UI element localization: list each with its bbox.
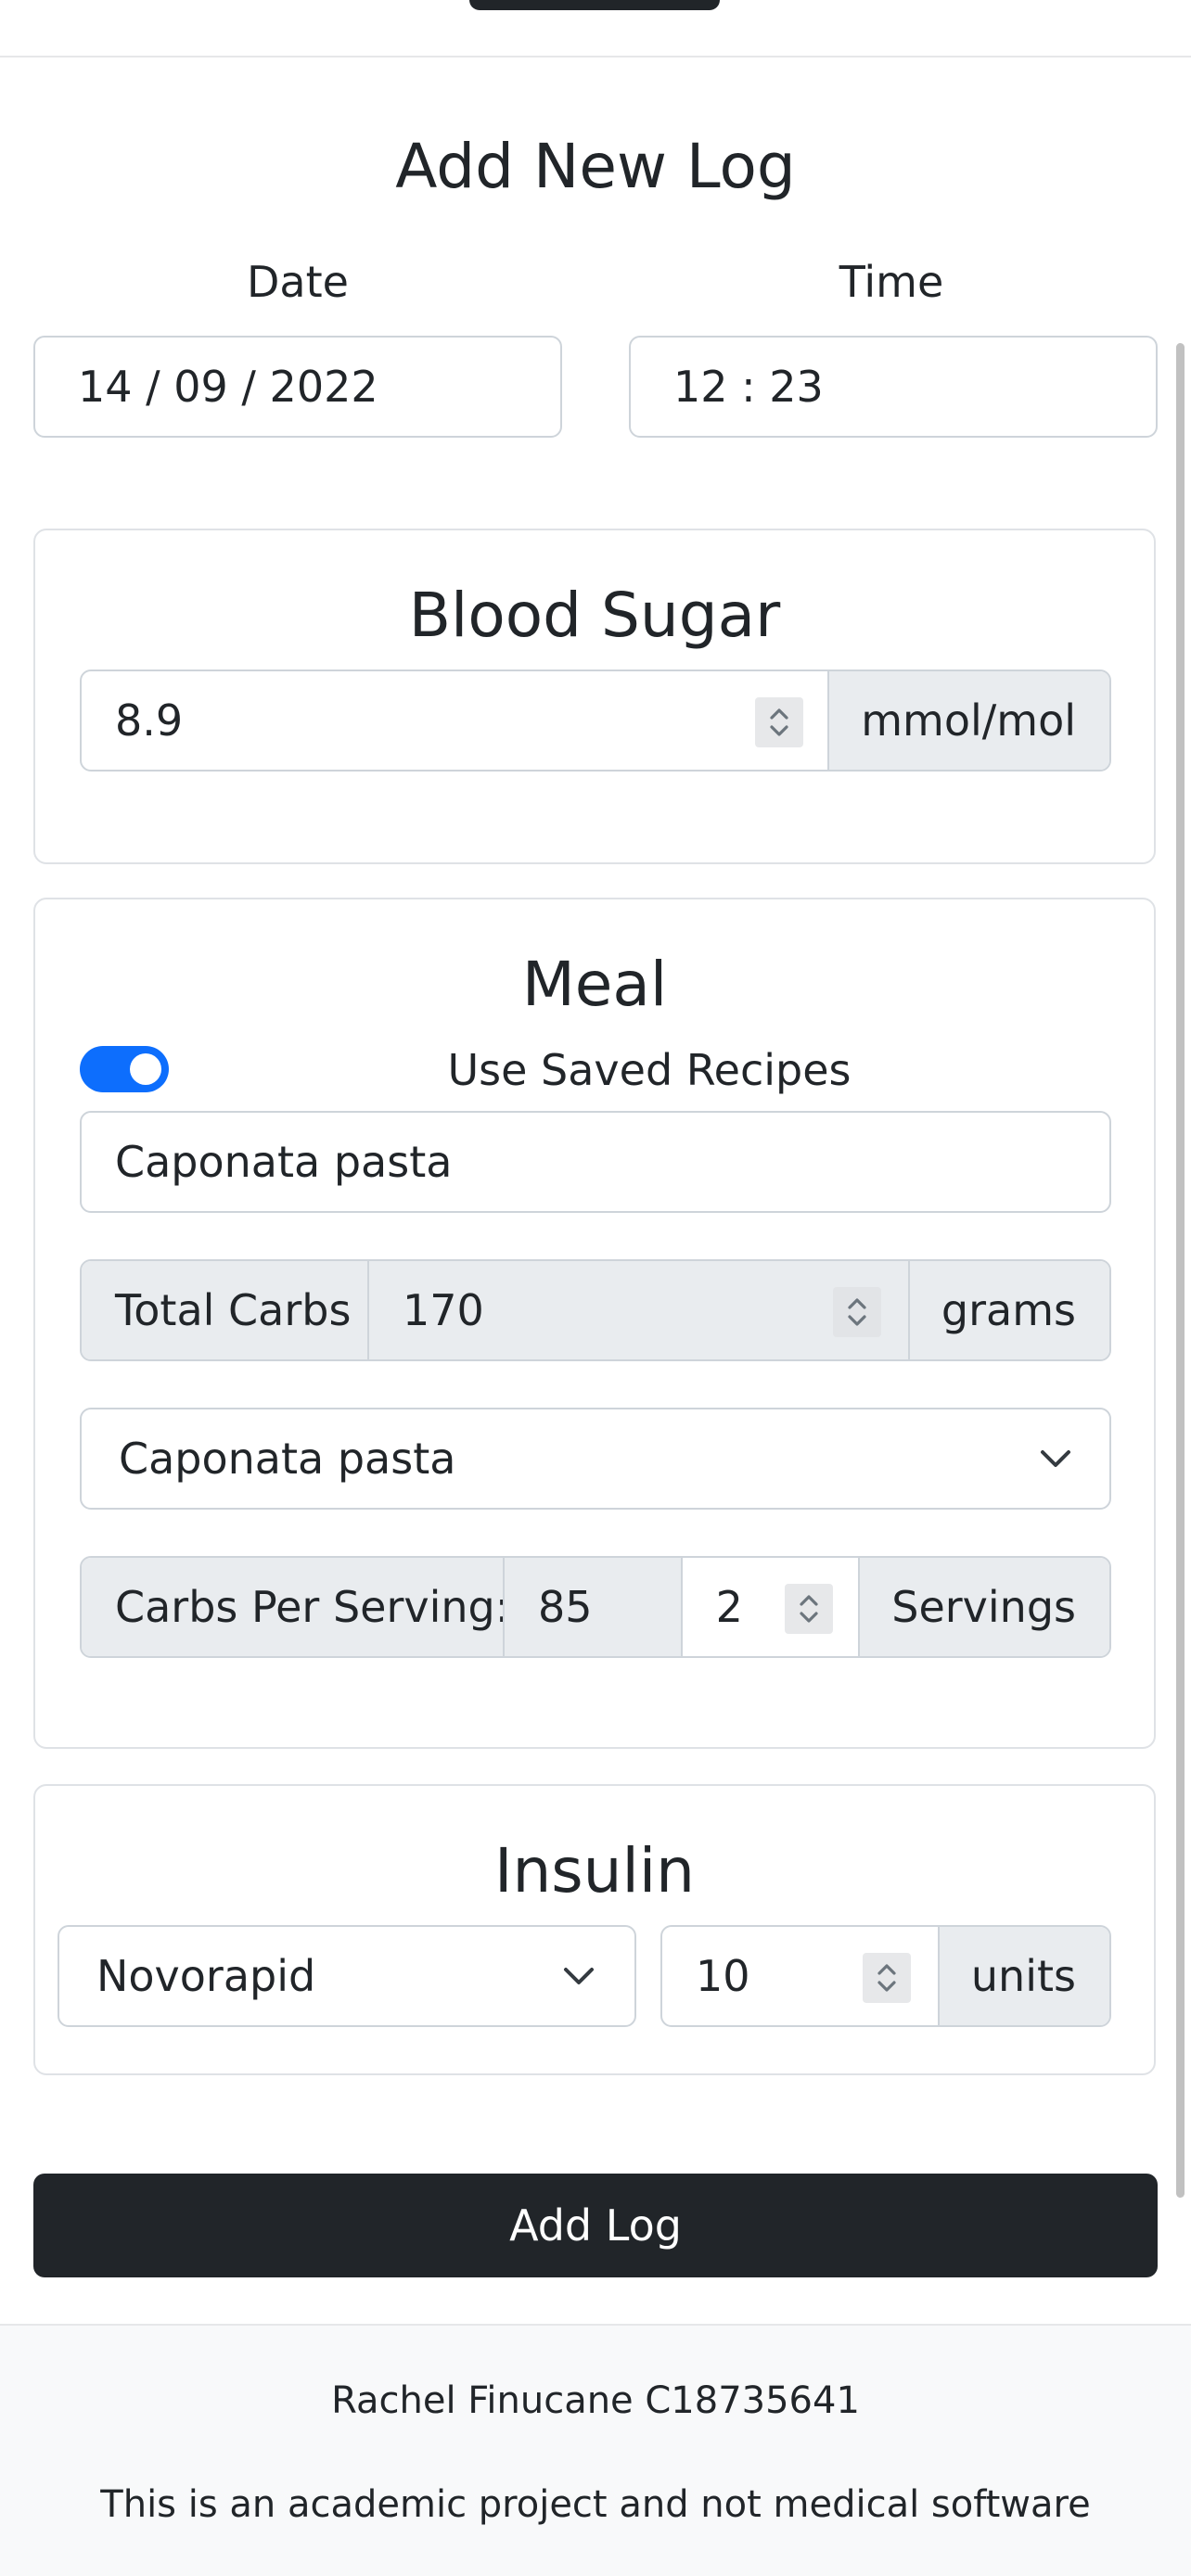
blood-sugar-card: Blood Sugar 8.9 mmol/mol <box>33 529 1156 864</box>
insulin-dose-value: 10 <box>696 1951 750 2001</box>
page-scrollbar[interactable] <box>1176 343 1185 2198</box>
insulin-type-select[interactable]: Novorapid <box>58 1925 636 2027</box>
date-input[interactable]: 14 / 09 / 2022 <box>33 336 562 438</box>
recipe-name-input[interactable]: Caponata pasta <box>80 1111 1111 1213</box>
chevron-down-icon <box>1041 1450 1070 1467</box>
insulin-dose-unit: units <box>937 1927 1109 2025</box>
chevron-down-icon <box>564 1968 594 1984</box>
date-label: Date <box>247 257 349 307</box>
time-label: Time <box>839 257 944 307</box>
total-carbs-unit: grams <box>907 1261 1109 1359</box>
use-saved-recipes-toggle[interactable] <box>80 1046 169 1092</box>
total-carbs-stepper-icon[interactable] <box>833 1287 881 1337</box>
header-divider <box>0 56 1191 57</box>
servings-input[interactable]: 2 <box>680 1558 859 1656</box>
carbs-per-serving-group: Carbs Per Serving: 85 2 Servings <box>80 1556 1111 1658</box>
footer: Rachel Finucane C18735641 This is an aca… <box>0 2326 1191 2576</box>
insulin-title: Insulin <box>493 1835 695 1906</box>
use-saved-recipes-label: Use Saved Recipes <box>447 1045 852 1095</box>
recipe-select-value: Caponata pasta <box>119 1434 456 1484</box>
servings-stepper-icon[interactable] <box>784 1584 833 1634</box>
insulin-dose-stepper-icon[interactable] <box>863 1953 911 2003</box>
carbs-per-serving-value: 85 <box>503 1558 681 1656</box>
top-handle <box>469 0 720 10</box>
add-log-button[interactable]: Add Log <box>33 2174 1158 2277</box>
blood-sugar-input[interactable]: 8.9 <box>82 671 827 770</box>
blood-sugar-stepper-icon[interactable] <box>755 697 803 747</box>
footer-disclaimer: This is an academic project and not medi… <box>100 2483 1091 2526</box>
insulin-dose-group: 10 units <box>660 1925 1111 2027</box>
add-log-page: Add New Log Date Time 14 / 09 / 2022 12 … <box>0 0 1191 2576</box>
insulin-type-value: Novorapid <box>96 1951 316 2001</box>
servings-value: 2 <box>715 1582 743 1632</box>
total-carbs-label: Total Carbs <box>82 1261 367 1359</box>
blood-sugar-unit: mmol/mol <box>827 671 1109 770</box>
total-carbs-input[interactable]: 170 <box>367 1261 908 1359</box>
blood-sugar-title: Blood Sugar <box>408 580 781 651</box>
blood-sugar-value: 8.9 <box>115 695 184 746</box>
blood-sugar-input-group: 8.9 mmol/mol <box>80 670 1111 772</box>
total-carbs-group: Total Carbs 170 grams <box>80 1259 1111 1361</box>
time-input[interactable]: 12 : 23 <box>629 336 1158 438</box>
toggle-knob <box>130 1053 161 1085</box>
footer-author: Rachel Finucane C18735641 <box>331 2379 860 2422</box>
meal-title: Meal <box>521 949 668 1020</box>
page-title: Add New Log <box>395 131 796 202</box>
servings-unit: Servings <box>858 1558 1109 1656</box>
carbs-per-serving-label: Carbs Per Serving: <box>82 1558 509 1656</box>
recipe-select[interactable]: Caponata pasta <box>80 1408 1111 1510</box>
insulin-dose-input[interactable]: 10 <box>662 1927 938 2025</box>
total-carbs-value: 170 <box>403 1285 484 1335</box>
